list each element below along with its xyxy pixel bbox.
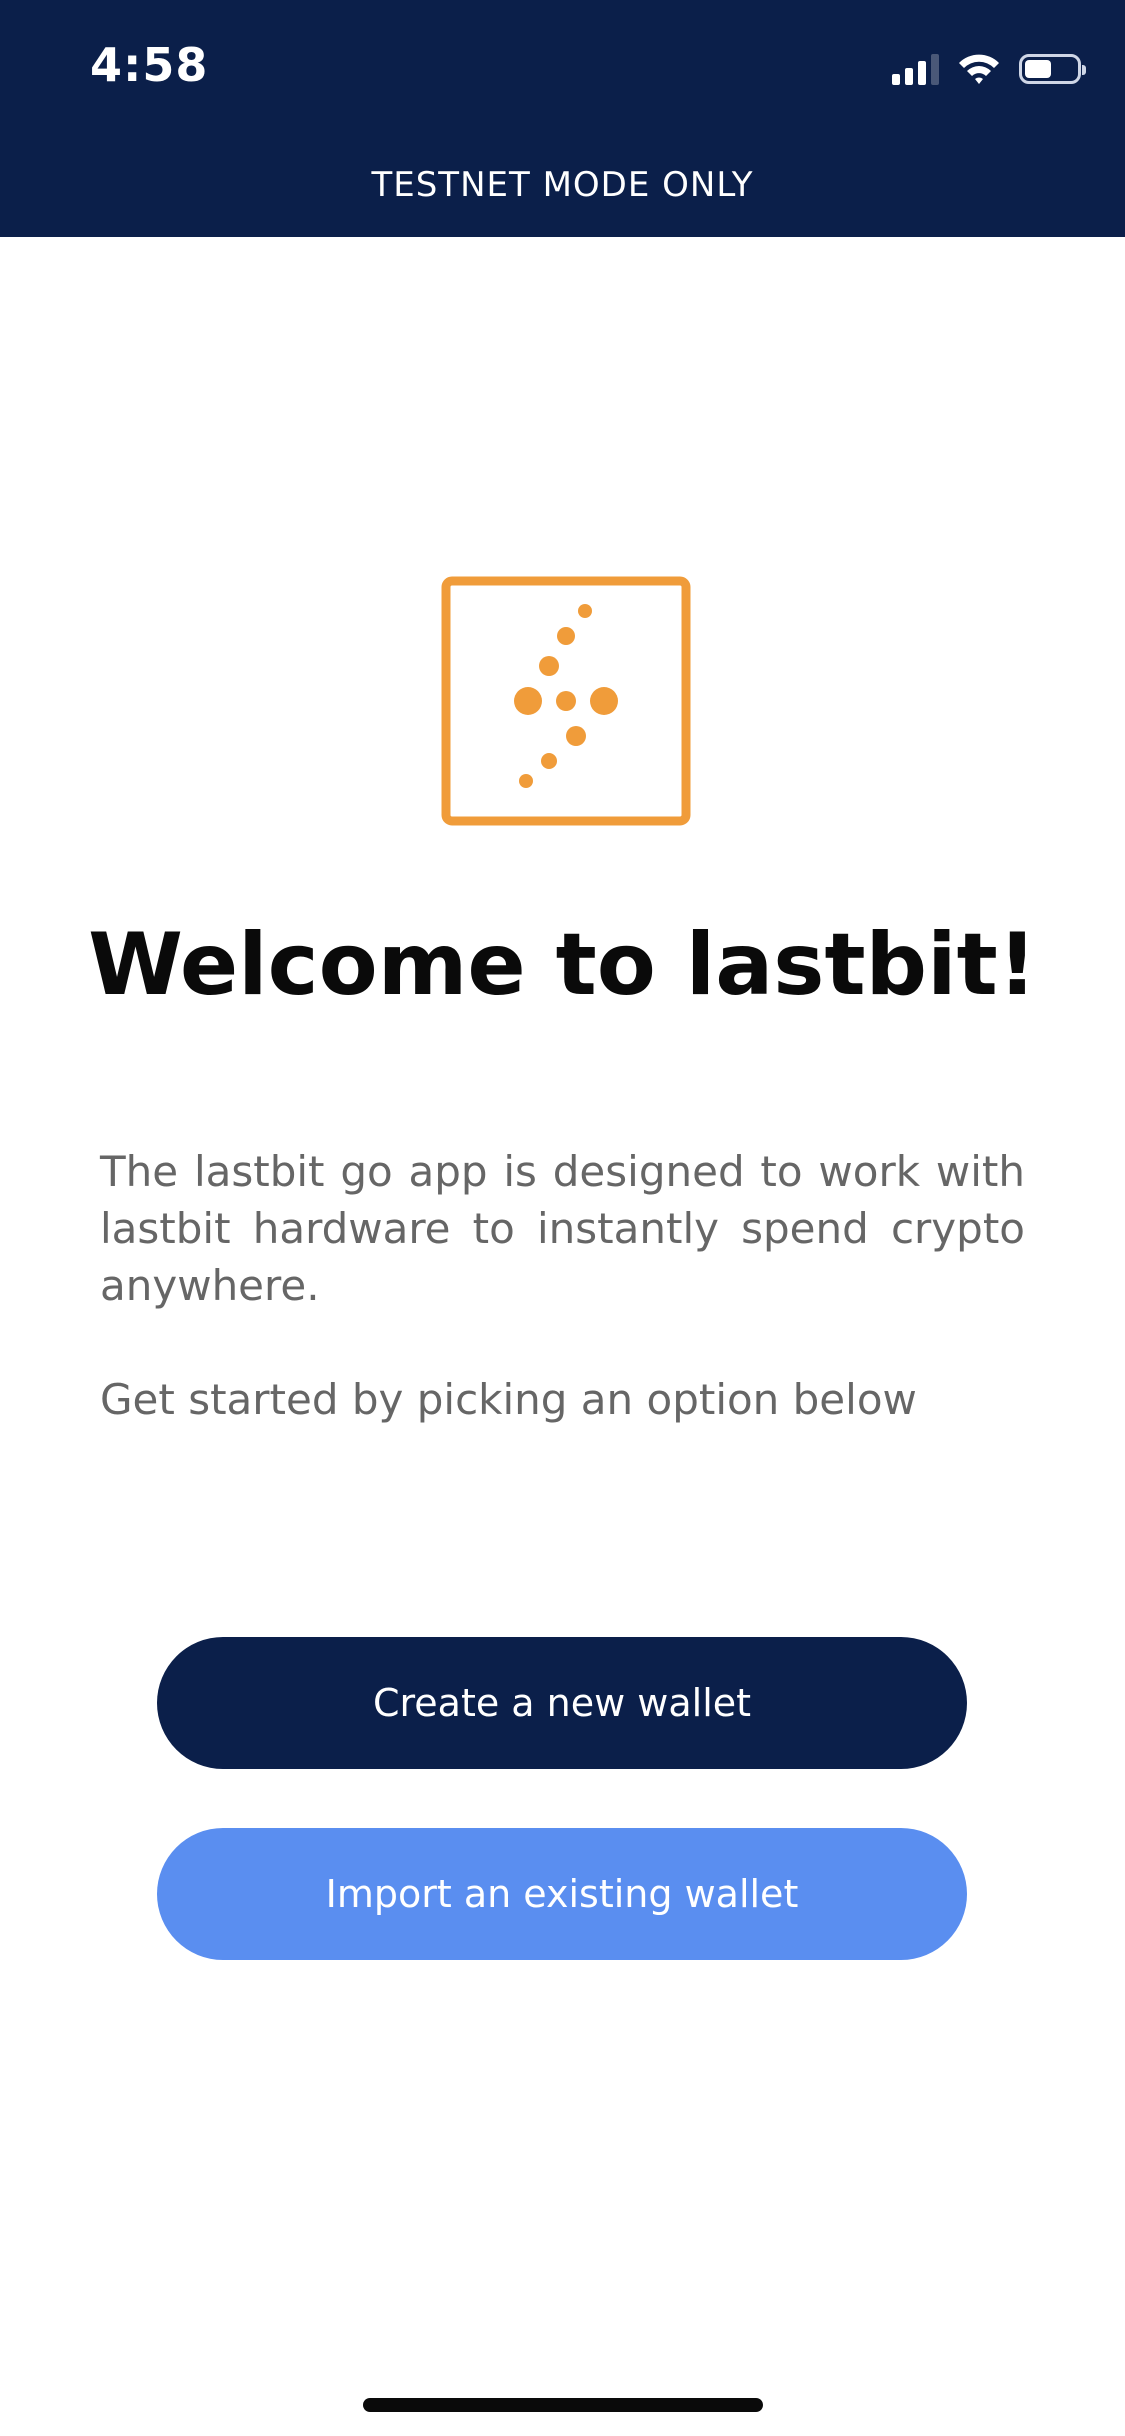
welcome-title: Welcome to lastbit!: [88, 915, 1037, 1015]
battery-icon: [1019, 54, 1086, 84]
testnet-banner: TESTNET MODE ONLY: [371, 165, 754, 205]
lastbit-logo-icon: [441, 576, 691, 826]
cellular-signal-icon: [892, 53, 939, 85]
create-wallet-label: Create a new wallet: [372, 1681, 752, 1725]
import-wallet-label: Import an existing wallet: [325, 1872, 799, 1916]
import-wallet-button[interactable]: Import an existing wallet: [157, 1828, 967, 1960]
status-time: 4:58: [90, 38, 209, 92]
app-header: 4:58 TESTNET MODE ONLY: [0, 0, 1125, 237]
welcome-instruction: Get started by picking an option below: [100, 1375, 917, 1424]
welcome-description: The lastbit go app is designed to work w…: [100, 1147, 1025, 1310]
home-indicator[interactable]: [363, 2398, 763, 2412]
status-icons: [892, 48, 1086, 90]
create-wallet-button[interactable]: Create a new wallet: [157, 1637, 967, 1769]
wifi-icon: [959, 54, 999, 84]
